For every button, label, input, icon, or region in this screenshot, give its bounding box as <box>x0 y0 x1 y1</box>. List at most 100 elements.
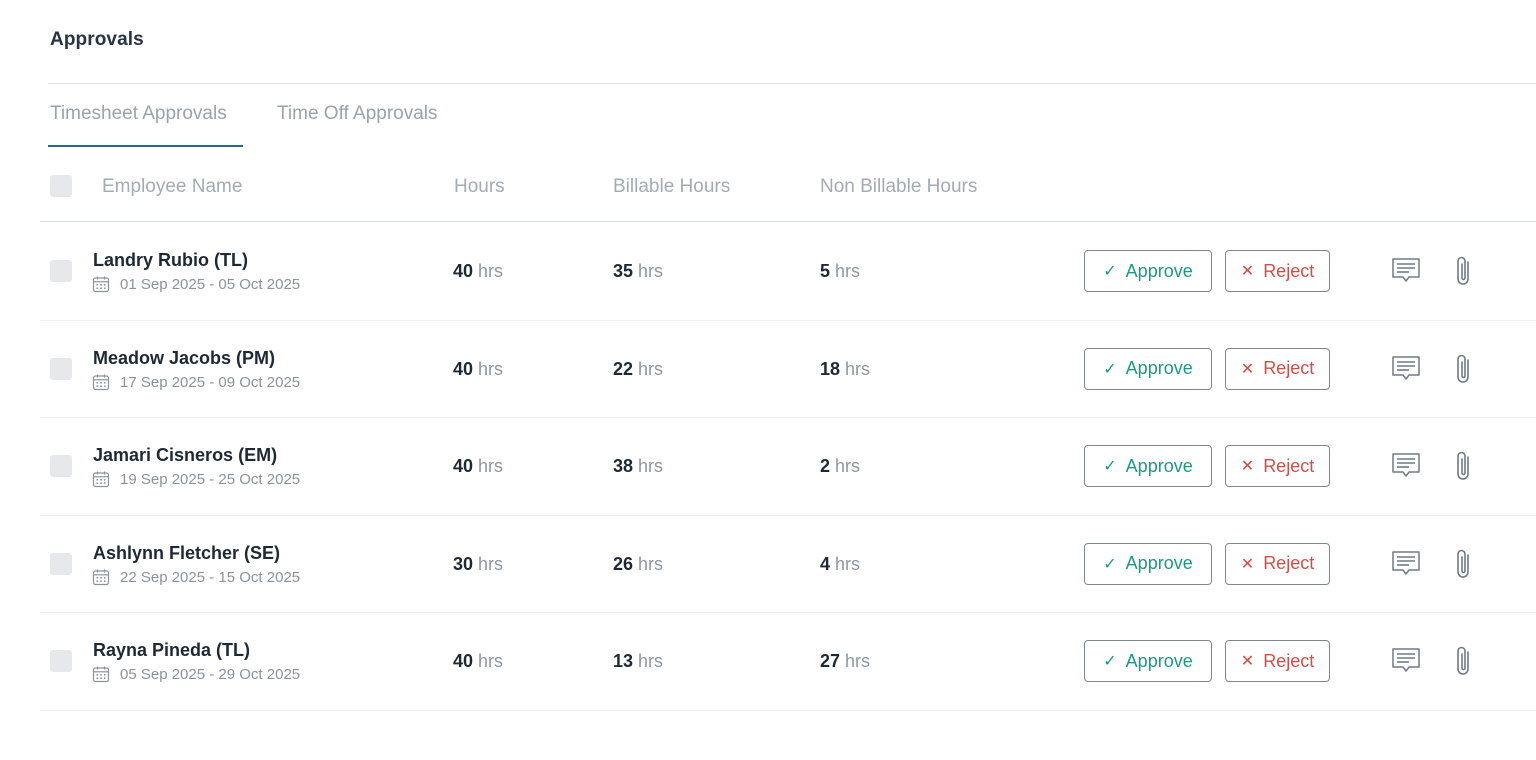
billable-hours-cell: 26 hrs <box>613 554 663 575</box>
calendar-icon <box>92 276 110 293</box>
active-tab-indicator <box>48 145 243 147</box>
paperclip-icon[interactable] <box>1453 547 1475 581</box>
check-icon: ✓ <box>1103 653 1117 670</box>
tab-time-off-approvals[interactable]: Time Off Approvals <box>277 103 438 125</box>
hours-unit: hrs <box>478 261 504 281</box>
reject-label: Reject <box>1263 455 1315 476</box>
row-checkbox[interactable] <box>50 650 72 672</box>
non-billable-hours-unit: hrs <box>835 553 861 574</box>
approve-button[interactable]: ✓ Approve <box>1084 250 1212 292</box>
check-icon: ✓ <box>1103 555 1117 573</box>
calendar-icon <box>92 374 110 390</box>
approve-button[interactable]: ✓ Approve <box>1084 542 1212 585</box>
calendar-icon <box>92 569 110 585</box>
reject-button[interactable]: ✕ Reject <box>1225 250 1330 292</box>
billable-hours-unit: hrs <box>638 261 664 281</box>
check-icon: ✓ <box>1103 263 1117 280</box>
paperclip-icon[interactable] <box>1453 254 1475 288</box>
row-checkbox[interactable] <box>50 455 72 477</box>
column-header-hours[interactable]: Hours <box>454 176 505 198</box>
employee-name: Meadow Jacobs (PM) <box>93 347 276 368</box>
hours-unit: hrs <box>478 456 504 476</box>
approve-label: Approve <box>1125 455 1193 476</box>
row-checkbox[interactable] <box>50 357 72 380</box>
hours-value: 40 <box>453 261 474 281</box>
billable-hours-unit: hrs <box>638 456 664 476</box>
non-billable-hours-cell: 5 hrs <box>820 261 860 282</box>
column-header-non-billable-hours[interactable]: Non Billable Hours <box>820 176 977 198</box>
date-range: 01 Sep 2025 - 05 Oct 2025 <box>120 276 301 293</box>
billable-hours-unit: hrs <box>638 358 664 379</box>
reject-label: Reject <box>1263 650 1315 671</box>
employee-name: Jamari Cisneros (EM) <box>93 445 278 465</box>
x-icon: ✕ <box>1240 360 1255 378</box>
approve-button[interactable]: ✓ Approve <box>1084 445 1212 487</box>
date-range: 22 Sep 2025 - 15 Oct 2025 <box>120 568 301 586</box>
billable-hours-value: 35 <box>613 261 634 281</box>
non-billable-hours-value: 4 <box>820 553 831 574</box>
table-header: Employee Name Hours Billable Hours Non B… <box>40 160 1536 222</box>
comment-icon[interactable] <box>1391 354 1421 384</box>
paperclip-icon[interactable] <box>1453 644 1475 678</box>
x-icon: ✕ <box>1240 653 1255 670</box>
hours-cell: 30 hrs <box>453 554 503 575</box>
non-billable-hours-unit: hrs <box>835 456 861 476</box>
hours-unit: hrs <box>478 553 504 574</box>
employee-name: Landry Rubio (TL) <box>93 250 248 270</box>
date-range: 05 Sep 2025 - 29 Oct 2025 <box>120 666 301 683</box>
approve-button[interactable]: ✓ Approve <box>1084 640 1212 682</box>
select-all-checkbox[interactable] <box>50 175 72 197</box>
approve-label: Approve <box>1125 358 1193 378</box>
paperclip-icon[interactable] <box>1453 352 1475 386</box>
billable-hours-cell: 22 hrs <box>613 359 663 380</box>
billable-hours-value: 22 <box>613 358 634 379</box>
non-billable-hours-cell: 18 hrs <box>820 359 870 380</box>
reject-label: Reject <box>1263 553 1315 573</box>
non-billable-hours-cell: 4 hrs <box>820 554 860 575</box>
non-billable-hours-unit: hrs <box>845 651 871 671</box>
hours-cell: 40 hrs <box>453 261 503 282</box>
reject-button[interactable]: ✕ Reject <box>1225 542 1330 585</box>
hours-cell: 40 hrs <box>453 456 503 477</box>
column-header-employee-name[interactable]: Employee Name <box>102 176 242 198</box>
billable-hours-unit: hrs <box>638 651 664 671</box>
x-icon: ✕ <box>1240 555 1255 573</box>
reject-button[interactable]: ✕ Reject <box>1225 640 1330 682</box>
employee-name: Ashlynn Fletcher (SE) <box>93 542 281 563</box>
reject-button[interactable]: ✕ Reject <box>1225 445 1330 487</box>
calendar-icon <box>92 471 110 488</box>
non-billable-hours-unit: hrs <box>845 358 871 379</box>
comment-icon[interactable] <box>1391 256 1421 286</box>
reject-label: Reject <box>1263 260 1315 281</box>
reject-button[interactable]: ✕ Reject <box>1225 347 1330 390</box>
check-icon: ✓ <box>1103 458 1117 475</box>
row-checkbox[interactable] <box>50 260 72 282</box>
table-row: Rayna Pineda (TL) 05 Sep 2025 - 29 Oct 2… <box>40 613 1536 711</box>
check-icon: ✓ <box>1103 360 1117 378</box>
hours-value: 40 <box>453 358 474 379</box>
comment-icon[interactable] <box>1391 646 1421 676</box>
column-header-billable-hours[interactable]: Billable Hours <box>613 176 730 198</box>
table-row: Landry Rubio (TL) 01 Sep 2025 - 05 Oct 2… <box>40 223 1536 321</box>
hours-unit: hrs <box>478 358 504 379</box>
approve-button[interactable]: ✓ Approve <box>1084 347 1212 390</box>
approve-label: Approve <box>1125 260 1193 281</box>
page-title: Approvals <box>50 29 144 50</box>
hours-value: 40 <box>453 651 474 671</box>
comment-icon[interactable] <box>1391 549 1421 579</box>
approve-label: Approve <box>1125 553 1193 573</box>
non-billable-hours-cell: 2 hrs <box>820 456 860 477</box>
comment-icon[interactable] <box>1391 451 1421 481</box>
hours-cell: 40 hrs <box>453 359 503 380</box>
title-divider <box>48 83 1536 84</box>
hours-value: 40 <box>453 456 474 476</box>
tab-timesheet-approvals[interactable]: Timesheet Approvals <box>50 103 227 125</box>
table-row: Meadow Jacobs (PM) 17 Sep 2025 - 09 Oct … <box>40 321 1536 418</box>
row-checkbox[interactable] <box>50 552 72 575</box>
reject-label: Reject <box>1263 358 1315 378</box>
paperclip-icon[interactable] <box>1453 449 1475 483</box>
calendar-icon <box>92 666 110 683</box>
tab-bar: Timesheet Approvals Time Off Approvals <box>48 103 548 147</box>
non-billable-hours-value: 27 <box>820 651 841 671</box>
billable-hours-unit: hrs <box>638 553 664 574</box>
